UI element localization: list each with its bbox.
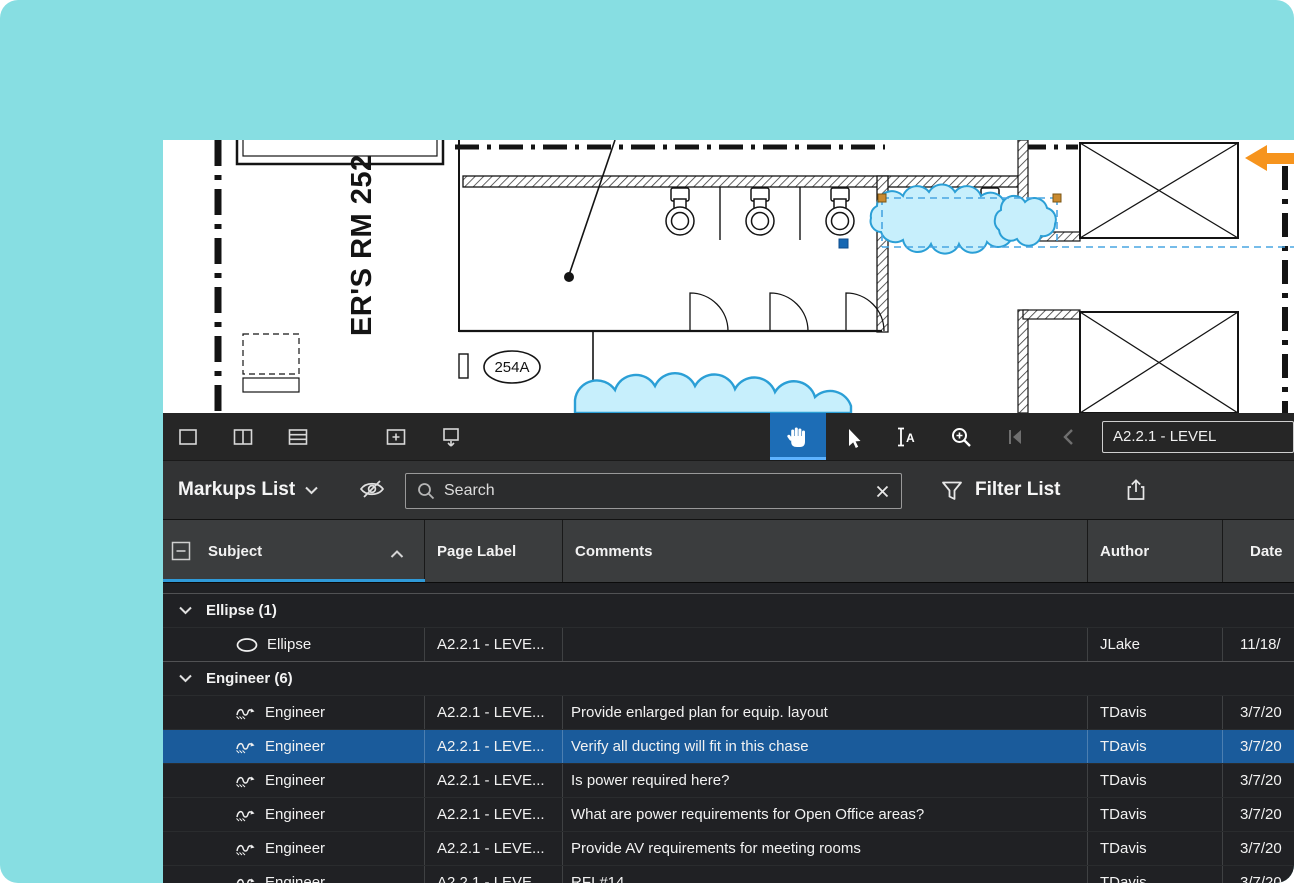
hide-markups-button[interactable] (359, 478, 385, 505)
screenshot-frame: 254A ER'S RM 252 (0, 0, 1294, 883)
first-page-button[interactable] (988, 413, 1042, 460)
engineer-markup-icon (235, 874, 257, 883)
first-page-icon (1003, 425, 1027, 449)
revu-app-window: 254A ER'S RM 252 (163, 140, 1294, 883)
pan-tool-button[interactable] (770, 413, 826, 460)
svg-text:A: A (906, 431, 915, 445)
panel-layout-tools (163, 424, 464, 450)
ellipse-markup-icon (235, 637, 259, 653)
markups-list-title: Markups List (178, 479, 295, 501)
funnel-icon (941, 480, 963, 501)
room-tag-254a: 254A (484, 351, 540, 383)
eye-slash-icon (359, 478, 385, 500)
column-header-date[interactable]: Date (1223, 520, 1294, 582)
split-horizontal-icon[interactable] (285, 424, 311, 450)
sort-ascending-icon (390, 546, 404, 563)
group-row-engineer[interactable]: Engineer (6) (163, 661, 1294, 695)
filter-list-button[interactable]: Filter List (941, 461, 1061, 519)
chevron-down-icon (179, 674, 192, 683)
column-header-comments[interactable]: Comments (563, 520, 1088, 582)
markups-table-header: Subject Page Label Comments Author Date (163, 519, 1294, 583)
room-tag-label: 254A (494, 359, 529, 376)
markups-table-body: Ellipse (1) Ellipse A2.2.1 - LEVE... JLa… (163, 583, 1294, 883)
column-header-page-label[interactable]: Page Label (425, 520, 563, 582)
column-header-author[interactable]: Author (1088, 520, 1223, 582)
engineer-markup-icon (235, 704, 257, 722)
search-icon (416, 481, 436, 501)
text-select-icon: A (894, 425, 920, 449)
table-row[interactable]: Engineer A2.2.1 - LEVE... What are power… (163, 797, 1294, 831)
table-row[interactable]: Engineer A2.2.1 - LEVE... Is power requi… (163, 763, 1294, 797)
markups-list-menu[interactable]: Markups List (178, 461, 318, 519)
engineer-markup-icon (235, 840, 257, 858)
search-box (405, 473, 902, 509)
markups-list-bar: Markups List (163, 460, 1294, 519)
room-name-label: ER'S RM 252 (346, 154, 378, 336)
engineer-markup-icon (235, 738, 257, 756)
previous-page-button[interactable] (1042, 413, 1096, 460)
floor-plan-drawing: 254A ER'S RM 252 (163, 140, 1294, 413)
pdf-canvas[interactable]: 254A ER'S RM 252 (163, 140, 1294, 413)
previous-page-icon (1057, 425, 1081, 449)
split-vertical-icon[interactable] (230, 424, 256, 450)
clear-search-button[interactable] (876, 485, 889, 498)
table-row-selected[interactable]: Engineer A2.2.1 - LEVE... Verify all duc… (163, 729, 1294, 763)
table-row[interactable]: Ellipse A2.2.1 - LEVE... JLake 11/18/ (163, 627, 1294, 661)
export-summary-button[interactable] (1125, 478, 1147, 507)
new-split-view-icon[interactable] (383, 424, 409, 450)
table-row[interactable]: Engineer A2.2.1 - LEVE... Provide enlarg… (163, 695, 1294, 729)
zoom-icon (949, 425, 973, 449)
chevron-down-icon (305, 486, 318, 495)
column-header-subject[interactable]: Subject (163, 520, 425, 582)
table-row[interactable]: Engineer A2.2.1 - LEVE... Provide AV req… (163, 831, 1294, 865)
single-pane-icon[interactable] (175, 424, 201, 450)
zoom-tool-button[interactable] (934, 413, 988, 460)
hand-icon (785, 424, 811, 450)
viewer-toolbar: A (163, 413, 1294, 460)
page-label-dropdown[interactable]: A2.2.1 - LEVEL (1102, 421, 1294, 453)
sorted-column-indicator (163, 579, 425, 582)
select-tool-button[interactable] (826, 413, 880, 460)
chevron-down-icon (179, 606, 192, 615)
engineer-markup-icon (235, 772, 257, 790)
page-label-value: A2.2.1 - LEVEL (1113, 428, 1216, 445)
filter-list-label: Filter List (975, 479, 1061, 501)
page-setup-icon[interactable] (438, 424, 464, 450)
select-text-button[interactable]: A (880, 413, 934, 460)
share-icon (1125, 478, 1147, 502)
engineer-markup-icon (235, 806, 257, 824)
search-input[interactable] (436, 482, 876, 500)
cursor-icon (841, 425, 865, 449)
navigation-tools: A (770, 413, 1294, 460)
close-icon (876, 485, 889, 498)
table-row[interactable]: Engineer A2.2.1 - LEVE... RFI #14 TDavis… (163, 865, 1294, 883)
group-row-ellipse[interactable]: Ellipse (1) (163, 593, 1294, 627)
